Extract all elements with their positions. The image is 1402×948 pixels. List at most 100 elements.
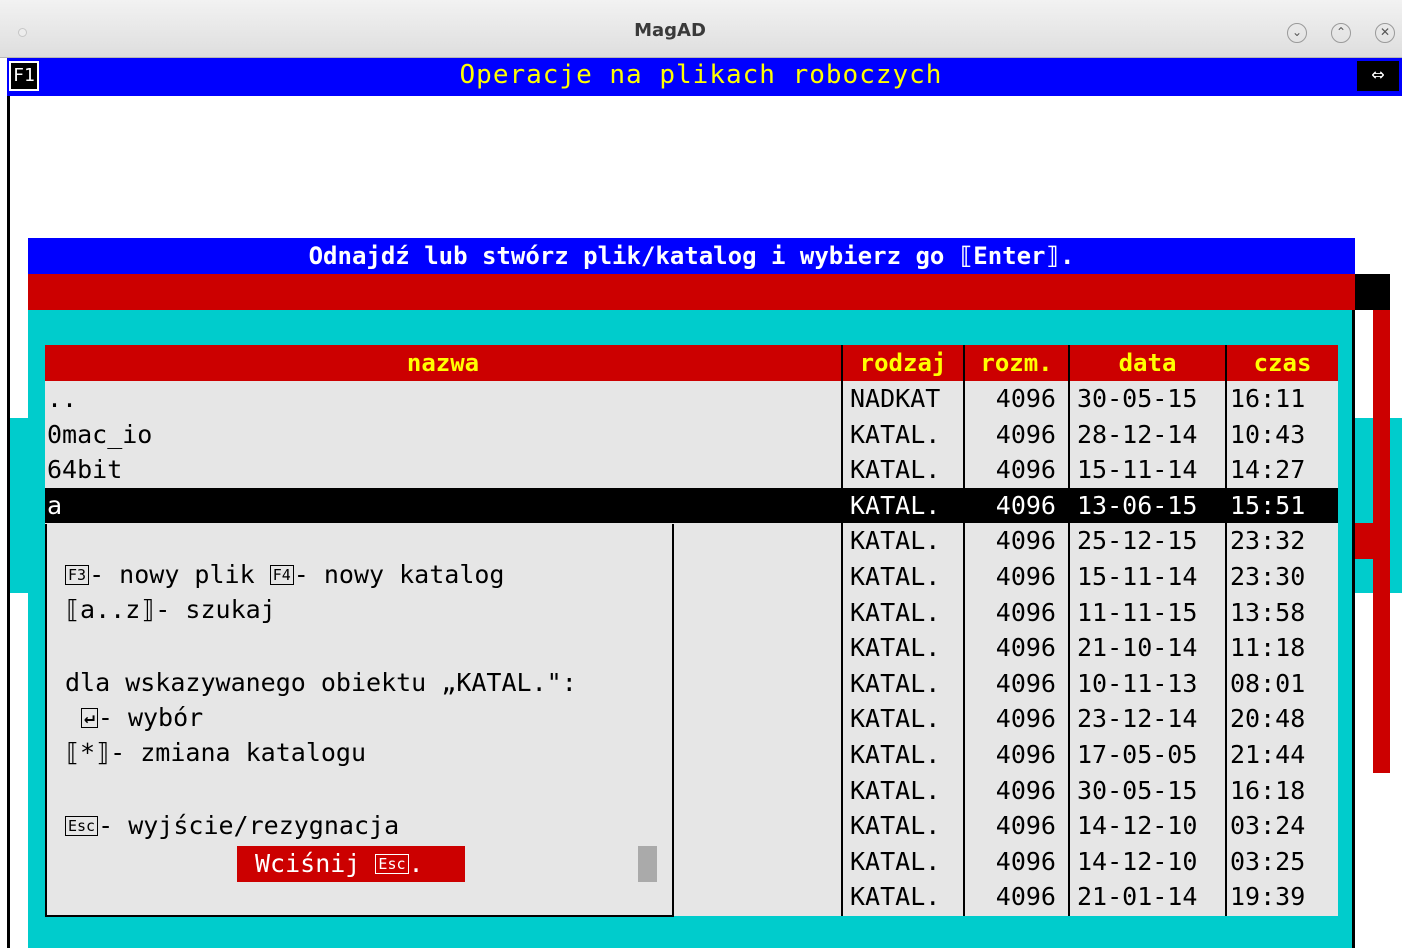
maximize-icon[interactable]: ⌃ xyxy=(1331,23,1351,43)
file-time-cell: 08:01 xyxy=(1230,668,1306,698)
f4-key[interactable]: F4 xyxy=(269,565,294,585)
file-kind-cell: KATAL. xyxy=(850,455,941,485)
file-kind-cell: KATAL. xyxy=(850,419,941,449)
esc-key-prompt[interactable]: Esc xyxy=(375,854,409,874)
esc-key[interactable]: Esc xyxy=(65,816,99,836)
file-time-cell: 20:48 xyxy=(1230,704,1306,734)
dialog-title: Odnajdź lub stwórz plik/katalog i wybier… xyxy=(28,238,1355,274)
help-line-context: dla wskazywanego obiektu „KATAL.": xyxy=(65,668,577,697)
column-header-date[interactable]: data xyxy=(1070,345,1225,381)
file-date-cell: 28-12-14 xyxy=(1077,419,1198,449)
file-name-cell: 0mac_io xyxy=(47,419,153,449)
file-date-cell: 15-11-14 xyxy=(1077,562,1198,591)
file-date-cell: 21-10-14 xyxy=(1077,633,1198,663)
file-size-cell: 4096 xyxy=(995,384,1056,413)
file-date-cell: 30-05-15 xyxy=(1077,384,1198,413)
file-date-cell: 30-05-15 xyxy=(1077,775,1198,805)
file-size-cell: 4096 xyxy=(995,740,1056,769)
file-time-cell: 11:18 xyxy=(1230,633,1306,663)
dialog-status-bar xyxy=(28,274,1355,310)
file-date-cell: 11-11-15 xyxy=(1077,597,1198,627)
scroll-indicator[interactable] xyxy=(638,846,657,882)
file-date-cell: 14-12-10 xyxy=(1077,811,1198,841)
file-size-cell: 4096 xyxy=(995,455,1056,485)
file-kind-cell: KATAL. xyxy=(850,704,941,734)
minimize-icon[interactable]: ⌄ xyxy=(1287,23,1307,43)
help-line-esc: Esc - wyjście/rezygnacja xyxy=(65,811,399,840)
file-size-cell: 4096 xyxy=(995,704,1056,734)
help-line-chdir: ⟦*⟧- zmiana katalogu xyxy=(65,738,367,767)
file-size-cell: 4096 xyxy=(995,811,1056,841)
file-kind-cell: KATAL. xyxy=(850,811,941,841)
app-header-title: Operacje na plikach roboczych xyxy=(459,60,943,90)
file-date-cell: 10-11-13 xyxy=(1077,668,1198,698)
file-date-cell: 17-05-05 xyxy=(1077,740,1198,769)
table-row[interactable]: .. NADKAT 4096 30-05-15 16:11 xyxy=(45,381,1338,417)
help-line-new: F3- nowy plik F4- nowy katalog xyxy=(65,560,504,589)
column-separator xyxy=(1225,345,1227,916)
background-panel-left xyxy=(10,418,28,593)
file-name-cell: a xyxy=(47,490,63,520)
help-line-search: ⟦a..z⟧- szukaj xyxy=(65,595,276,624)
file-time-cell: 19:39 xyxy=(1230,882,1306,912)
file-time-cell: 10:43 xyxy=(1230,419,1306,449)
press-esc-prompt[interactable]: Wciśnij Esc. xyxy=(237,846,465,882)
column-header-size[interactable]: rozm. xyxy=(965,345,1068,381)
window-title: MagAD xyxy=(634,20,706,41)
file-size-cell: 4096 xyxy=(995,882,1056,912)
file-time-cell: 16:18 xyxy=(1230,775,1306,805)
file-kind-cell: KATAL. xyxy=(850,775,941,805)
column-separator xyxy=(963,345,965,916)
f3-key[interactable]: F3 xyxy=(65,565,90,585)
file-size-cell: 4096 xyxy=(995,846,1056,876)
file-size-cell: 4096 xyxy=(995,775,1056,805)
table-row[interactable]: 64bit KATAL. 4096 15-11-14 14:27 xyxy=(45,452,1338,488)
file-date-cell: 23-12-14 xyxy=(1077,704,1198,734)
file-kind-cell: KATAL. xyxy=(850,668,941,698)
dialog-shadow-block xyxy=(1355,523,1390,559)
file-time-cell: 23:30 xyxy=(1230,562,1306,591)
file-kind-cell: KATAL. xyxy=(850,562,941,591)
help-enter-text: - wybór xyxy=(97,703,204,732)
table-row-selected[interactable]: a KATAL. 4096 13-06-15 15:51 xyxy=(45,487,1338,524)
help-new-folder-text: - nowy katalog xyxy=(293,560,505,589)
file-time-cell: 14:27 xyxy=(1230,455,1306,485)
f1-help-button[interactable]: F1 xyxy=(9,61,39,91)
file-size-cell: 4096 xyxy=(995,633,1056,663)
press-esc-text: Wciśnij xyxy=(255,849,376,878)
file-name-cell: .. xyxy=(47,384,78,413)
column-header-kind[interactable]: rodzaj xyxy=(843,345,963,381)
file-kind-cell: KATAL. xyxy=(850,490,941,520)
close-icon[interactable]: ✕ xyxy=(1375,23,1395,43)
file-kind-cell: KATAL. xyxy=(850,526,941,556)
file-time-cell: 15:51 xyxy=(1230,490,1306,520)
file-date-cell: 13-06-15 xyxy=(1077,490,1198,520)
file-size-cell: 4096 xyxy=(995,597,1056,627)
help-new-file-text: - nowy plik xyxy=(89,560,270,589)
enter-key-icon[interactable]: ↵ xyxy=(81,708,98,728)
file-kind-cell: KATAL. xyxy=(850,633,941,663)
file-time-cell: 21:44 xyxy=(1230,740,1306,769)
file-time-cell: 23:32 xyxy=(1230,526,1306,556)
file-kind-cell: KATAL. xyxy=(850,882,941,912)
file-size-cell: 4096 xyxy=(995,419,1056,449)
column-separator xyxy=(1068,345,1070,916)
file-time-cell: 03:24 xyxy=(1230,811,1306,841)
help-line-enter: ↵ - wybór xyxy=(81,703,203,732)
file-kind-cell: NADKAT xyxy=(850,384,941,413)
file-time-cell: 13:58 xyxy=(1230,597,1306,627)
column-header-name[interactable]: nazwa xyxy=(45,345,841,381)
press-esc-end: . xyxy=(408,849,424,878)
column-header-time[interactable]: czas xyxy=(1227,345,1338,381)
move-window-icon[interactable]: ⇔ xyxy=(1357,61,1399,91)
column-separator xyxy=(841,345,843,916)
file-size-cell: 4096 xyxy=(995,562,1056,591)
file-date-cell: 25-12-15 xyxy=(1077,526,1198,556)
file-size-cell: 4096 xyxy=(995,490,1056,520)
table-row[interactable]: 0mac_io KATAL. 4096 28-12-14 10:43 xyxy=(45,417,1338,453)
file-time-cell: 03:25 xyxy=(1230,846,1306,876)
file-kind-cell: KATAL. xyxy=(850,597,941,627)
file-date-cell: 14-12-10 xyxy=(1077,846,1198,876)
dialog-right-edge xyxy=(1352,310,1355,948)
file-kind-cell: KATAL. xyxy=(850,846,941,876)
